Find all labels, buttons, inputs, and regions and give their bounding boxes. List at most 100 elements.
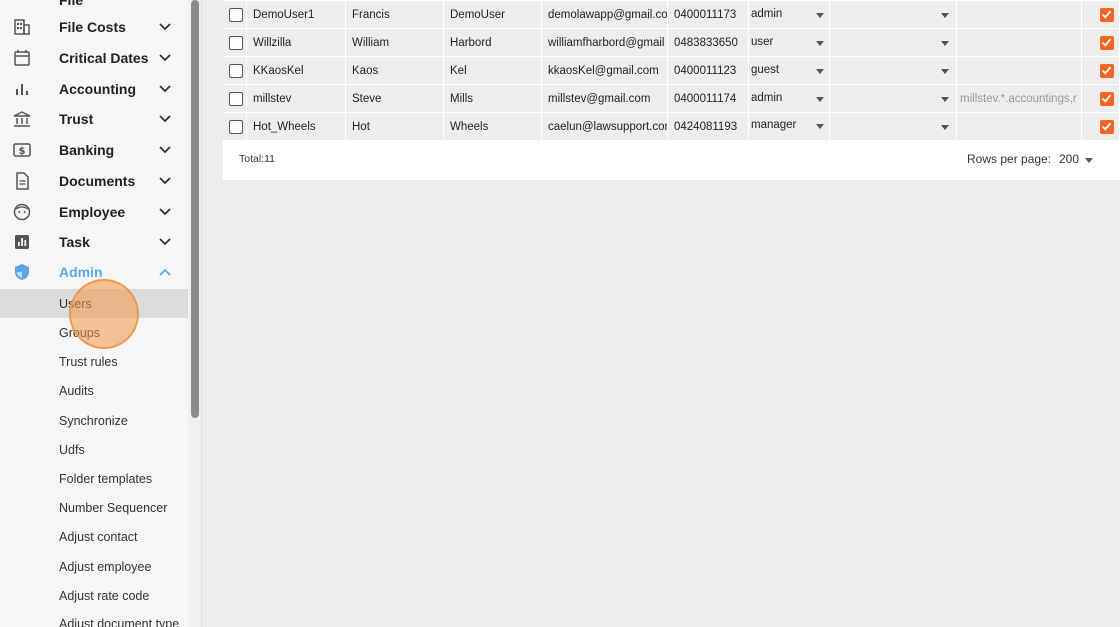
dropdown-arrow-icon xyxy=(816,124,824,129)
enabled-checkbox[interactable] xyxy=(1100,36,1114,50)
sidebar-subitem-groups[interactable]: Groups xyxy=(0,318,188,347)
first-name-cell: Francis xyxy=(346,1,444,29)
role-select-value: user xyxy=(751,36,774,48)
face-icon xyxy=(13,203,31,221)
table-row[interactable]: KKaosKel Kaos Kel kkaosKel@gmail.com 040… xyxy=(223,57,1120,85)
row-select-checkbox[interactable] xyxy=(229,64,243,78)
enabled-checkbox[interactable] xyxy=(1100,92,1114,106)
sidebar-subitem-number-sequencer[interactable]: Number Sequencer xyxy=(0,493,188,522)
table-row[interactable]: Willzilla William Harbord williamfharbor… xyxy=(223,29,1120,57)
chevron-down-icon xyxy=(158,112,172,126)
email-cell: millstev@gmail.com xyxy=(542,85,668,113)
sidebar-item-critical-dates[interactable]: Critical Dates xyxy=(0,43,188,73)
dropdown-arrow-icon xyxy=(941,69,949,74)
chevron-down-icon xyxy=(158,143,172,157)
dollar-card-icon: $ xyxy=(13,141,31,159)
row-select-checkbox[interactable] xyxy=(229,8,243,22)
role-select[interactable]: admin xyxy=(749,1,830,29)
sidebar-subitem-folder-templates[interactable]: Folder templates xyxy=(0,464,188,493)
role-select-value: admin xyxy=(751,8,783,20)
sidebar-item-label: File Costs xyxy=(59,19,126,35)
phone-cell: 0424081193 xyxy=(668,113,749,141)
group-select[interactable] xyxy=(830,29,957,57)
group-select[interactable] xyxy=(830,85,957,113)
table-row[interactable]: millstev Steve Mills millstev@gmail.com … xyxy=(223,85,1120,113)
select-cell xyxy=(223,29,247,57)
sidebar-subitem-label: Adjust rate code xyxy=(59,588,150,603)
enabled-cell xyxy=(1082,85,1120,113)
sidebar-subitem-udfs[interactable]: Udfs xyxy=(0,435,188,464)
enabled-checkbox[interactable] xyxy=(1100,120,1114,134)
sidebar-subitem-adjust-employee[interactable]: Adjust employee xyxy=(0,552,188,581)
role-select[interactable]: admin xyxy=(749,85,830,113)
building-icon xyxy=(13,18,31,36)
chevron-down-icon xyxy=(158,235,172,249)
sidebar-item-banking[interactable]: $ Banking xyxy=(0,135,188,165)
sidebar-scrollbar-thumb[interactable] xyxy=(191,0,199,418)
row-select-checkbox[interactable] xyxy=(229,36,243,50)
sidebar-subitem-label: Udfs xyxy=(59,442,85,457)
group-select[interactable] xyxy=(830,113,957,141)
sidebar-item-employee[interactable]: Employee xyxy=(0,197,188,227)
sidebar-subitem-adjust-document-type[interactable]: Adjust document type xyxy=(0,609,188,627)
select-cell xyxy=(223,113,247,141)
role-select[interactable]: user xyxy=(749,29,830,57)
group-select[interactable] xyxy=(830,1,957,29)
enabled-cell xyxy=(1082,113,1120,141)
enabled-checkbox[interactable] xyxy=(1100,64,1114,78)
extra-cell: millstev.*.accountings,r xyxy=(957,85,1082,113)
row-select-checkbox[interactable] xyxy=(229,92,243,106)
dropdown-arrow-icon xyxy=(941,13,949,18)
role-select-value: admin xyxy=(751,92,783,104)
extra-cell xyxy=(957,113,1082,141)
sidebar-subitem-audits[interactable]: Audits xyxy=(0,376,188,405)
username-cell: KKaosKel xyxy=(247,57,346,85)
sidebar-item-admin[interactable]: Admin xyxy=(0,257,188,287)
sidebar-subitem-adjust-contact[interactable]: Adjust contact xyxy=(0,522,188,551)
last-name-cell: Harbord xyxy=(444,29,542,57)
role-select-value: manager xyxy=(751,119,797,131)
rows-per-page-select[interactable]: 200 xyxy=(1059,152,1079,166)
group-select[interactable] xyxy=(830,57,957,85)
dropdown-arrow-icon xyxy=(941,125,949,130)
phone-cell: 0400011123 xyxy=(668,57,749,85)
bar-chart-icon xyxy=(13,80,31,98)
chevron-down-icon xyxy=(158,51,172,65)
calendar-icon xyxy=(13,49,31,67)
sidebar-item-task[interactable]: Task xyxy=(0,227,188,257)
sidebar-item-documents[interactable]: Documents xyxy=(0,166,188,196)
last-name-cell: Mills xyxy=(444,85,542,113)
sidebar-subitem-trust-rules[interactable]: Trust rules xyxy=(0,347,188,376)
sidebar-item-trust[interactable]: Trust xyxy=(0,104,188,134)
chevron-down-icon xyxy=(158,20,172,34)
dropdown-arrow-icon[interactable] xyxy=(1085,158,1093,163)
extra-cell xyxy=(957,1,1082,29)
last-name-cell: DemoUser xyxy=(444,1,542,29)
sidebar-subitem-label: Groups xyxy=(59,325,100,340)
last-name-cell: Wheels xyxy=(444,113,542,141)
sidebar-item-file-costs[interactable]: File Costs xyxy=(0,12,188,42)
chevron-down-icon xyxy=(158,205,172,219)
role-select[interactable]: manager xyxy=(749,113,830,141)
sidebar-subitem-label: Audits xyxy=(59,383,94,398)
first-name-cell: Steve xyxy=(346,85,444,113)
rows-per-page-label: Rows per page: xyxy=(967,152,1052,166)
enabled-checkbox[interactable] xyxy=(1100,8,1114,22)
sidebar-subitem-users[interactable]: Users xyxy=(0,289,188,318)
table-row[interactable]: Hot_Wheels Hot Wheels caelun@lawsupport.… xyxy=(223,113,1120,141)
enabled-cell xyxy=(1082,57,1120,85)
select-cell xyxy=(223,85,247,113)
username-cell: DemoUser1 xyxy=(247,1,346,29)
table-row[interactable]: DemoUser1 Francis DemoUser demolawapp@gm… xyxy=(223,1,1120,29)
sidebar-subitem-label: Adjust contact xyxy=(59,529,138,544)
role-select[interactable]: guest xyxy=(749,57,830,85)
dropdown-arrow-icon xyxy=(941,41,949,46)
svg-text:$: $ xyxy=(19,146,26,157)
sidebar-item-accounting[interactable]: Accounting xyxy=(0,74,188,104)
sidebar-subitem-synchronize[interactable]: Synchronize xyxy=(0,406,188,435)
row-select-checkbox[interactable] xyxy=(229,120,243,134)
sidebar: File File Costs Critical Dates Accountin… xyxy=(0,0,188,627)
sidebar-subitem-label: Synchronize xyxy=(59,413,128,428)
phone-cell: 0400011173 xyxy=(668,1,749,29)
sidebar-subitem-adjust-rate-code[interactable]: Adjust rate code xyxy=(0,581,188,610)
